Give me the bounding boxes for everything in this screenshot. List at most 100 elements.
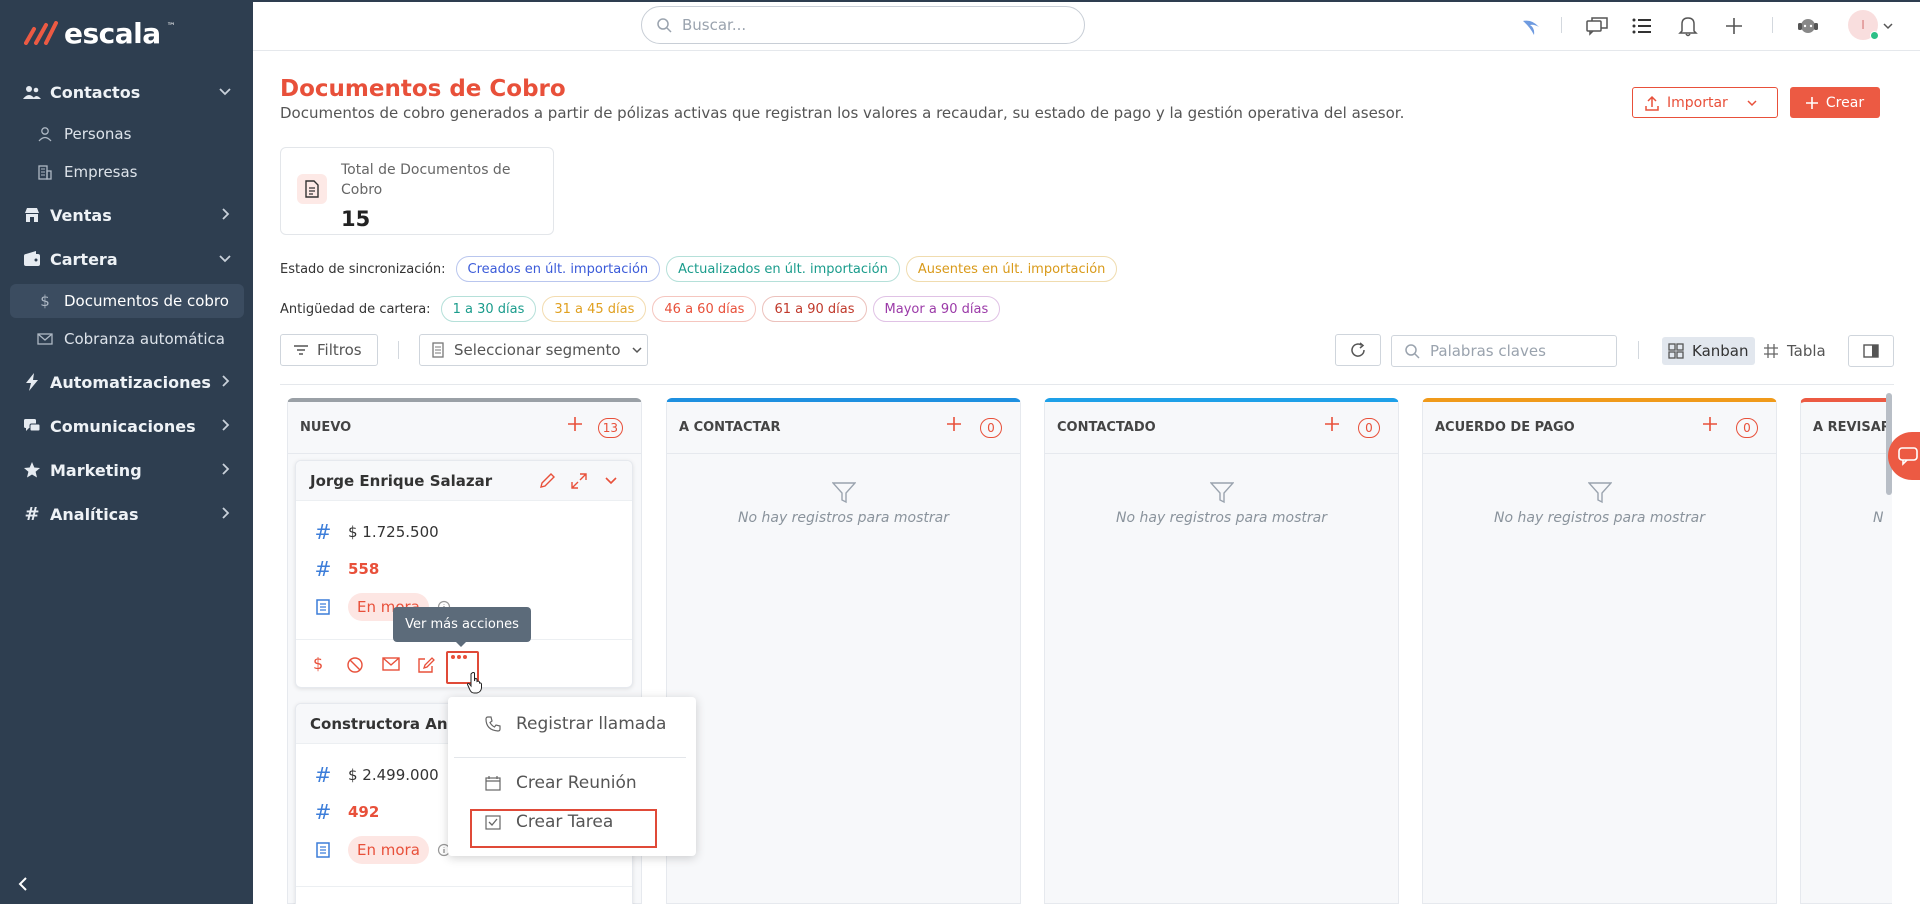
kanban-column-a-revisar: A REVISAR N <box>1800 398 1892 904</box>
card-status-row: En mora <box>314 836 451 864</box>
funnel-icon <box>1209 482 1234 504</box>
keywords-placeholder: Palabras claves <box>1430 342 1546 360</box>
toggle-panel-button[interactable] <box>1848 335 1894 367</box>
chevron-down-icon[interactable] <box>604 473 618 487</box>
view-table-button[interactable]: Tabla <box>1757 337 1832 365</box>
email-icon[interactable] <box>382 656 400 672</box>
sidebar-section-marketing[interactable]: Marketing <box>10 453 244 487</box>
sidebar-section-cartera[interactable]: Cartera <box>10 242 244 276</box>
sidebar-section-ventas[interactable]: Ventas <box>10 198 244 232</box>
cancel-icon[interactable] <box>346 656 364 674</box>
document-icon <box>314 842 332 858</box>
menu-item-label: Crear Reunión <box>516 773 637 793</box>
add-record-icon[interactable] <box>946 416 962 432</box>
sidebar-item-label: Documentos de cobro <box>64 292 229 310</box>
card-amount-row: # $ 1.725.500 <box>314 522 439 542</box>
edit-icon[interactable] <box>538 472 556 490</box>
sidebar-item-documentos-de-cobro[interactable]: $ Documentos de cobro <box>10 284 244 318</box>
card-amount: $ 1.725.500 <box>348 523 439 541</box>
chevron-right-icon <box>218 506 232 520</box>
add-record-icon[interactable] <box>1702 416 1718 432</box>
column-header: NUEVO 13 <box>288 402 641 454</box>
sidebar-section-comunicaciones[interactable]: Comunicaciones <box>10 409 244 443</box>
card-title[interactable]: Jorge Enrique Salazar <box>310 472 492 490</box>
filters-label: Filtros <box>317 341 362 359</box>
logo-text: escala <box>64 16 161 50</box>
sidebar-item-label: Empresas <box>64 163 138 181</box>
sidebar-item-cobranza-automatica[interactable]: Cobranza automática <box>10 322 244 356</box>
chat-widget-button[interactable] <box>1888 432 1920 480</box>
plus-icon <box>1805 96 1818 109</box>
conversations-icon[interactable] <box>1585 14 1609 38</box>
chip-created-last-import[interactable]: Creados en últ. importación <box>455 256 661 282</box>
grid-icon <box>1668 343 1684 359</box>
chip-aging-46-60[interactable]: 46 a 60 días <box>652 296 757 322</box>
column-header: CONTACTADO 0 <box>1045 402 1398 454</box>
chip-updated-last-import[interactable]: Actualizados en últ. importación <box>666 256 900 282</box>
escala-logo[interactable]: escala ™ <box>24 16 176 50</box>
bell-icon[interactable] <box>1676 14 1700 38</box>
chip-absent-last-import[interactable]: Ausentes en últ. importación <box>905 256 1118 282</box>
sidebar-section-label: Comunicaciones <box>50 416 196 436</box>
refresh-button[interactable] <box>1335 334 1381 366</box>
chip-aging-over-90[interactable]: Mayor a 90 días <box>872 296 1001 322</box>
column-title: CONTACTADO <box>1057 420 1156 435</box>
payment-dollar-icon[interactable]: $ <box>313 654 323 673</box>
sidebar-item-personas[interactable]: Personas <box>10 117 244 151</box>
table-label: Tabla <box>1787 342 1826 360</box>
chip-aging-1-30[interactable]: 1 a 30 días <box>440 296 537 322</box>
side-panel-icon <box>1863 344 1879 358</box>
note-edit-icon[interactable] <box>417 656 435 674</box>
hand-cursor-icon <box>466 672 484 694</box>
sidebar-section-automatizaciones[interactable]: Automatizaciones <box>10 365 244 399</box>
toolbar-separator <box>398 341 399 359</box>
add-record-icon[interactable] <box>567 416 583 432</box>
support-headset-icon[interactable] <box>1796 14 1820 38</box>
upload-icon <box>1645 95 1659 111</box>
sidebar-item-empresas[interactable]: Empresas <box>10 155 244 189</box>
hash-icon: # <box>314 763 332 787</box>
card-amount: $ 2.499.000 <box>348 766 439 784</box>
collapse-sidebar-button[interactable] <box>16 876 30 892</box>
keywords-search-input[interactable]: Palabras claves <box>1391 335 1617 367</box>
card-number-row: # 492 <box>314 800 380 824</box>
import-button[interactable]: Importar <box>1632 87 1778 118</box>
filters-button[interactable]: Filtros <box>280 334 378 366</box>
hash-icon: # <box>24 503 40 525</box>
chip-aging-61-90[interactable]: 61 a 90 días <box>762 296 867 322</box>
card-number: 558 <box>348 560 380 578</box>
menu-item-register-call[interactable]: Registrar llamada <box>448 705 696 743</box>
topbar-separator <box>1772 17 1773 33</box>
add-icon[interactable] <box>1722 14 1746 38</box>
add-record-icon[interactable] <box>1324 416 1340 432</box>
view-kanban-button[interactable]: Kanban <box>1662 337 1755 365</box>
chevron-down-icon <box>218 84 232 98</box>
segment-select[interactable]: Seleccionar segmento <box>419 334 648 366</box>
hash-icon: # <box>314 800 332 824</box>
sidebar-section-contactos[interactable]: Contactos <box>10 75 244 109</box>
sidebar-section-analiticas[interactable]: # Analíticas <box>10 497 244 531</box>
table-grid-icon <box>1763 343 1779 359</box>
chip-aging-31-45[interactable]: 31 a 45 días <box>542 296 647 322</box>
card-amount-row: # $ 2.499.000 <box>314 763 439 787</box>
card-number-row: # 558 <box>314 559 380 579</box>
create-button[interactable]: Crear <box>1790 87 1880 118</box>
chevron-right-icon <box>218 418 232 432</box>
column-count-badge: 0 <box>1736 418 1758 438</box>
expand-icon[interactable] <box>570 472 588 490</box>
sidebar: escala ™ Contactos Personas Empresas Ven… <box>0 0 253 904</box>
chevron-down-icon[interactable] <box>1881 14 1895 38</box>
bird-logo-icon[interactable] <box>1519 14 1543 38</box>
user-avatar[interactable]: I <box>1848 10 1879 40</box>
empty-state: No hay registros para mostrar <box>667 482 1020 526</box>
kanban-column-acuerdo-de-pago: ACUERDO DE PAGO 0 No hay registros para … <box>1422 398 1777 904</box>
menu-item-create-meeting[interactable]: Crear Reunión <box>448 764 696 802</box>
column-header: A CONTACTAR 0 <box>667 402 1020 454</box>
search-icon <box>1404 343 1420 359</box>
list-icon[interactable] <box>1630 14 1654 38</box>
search-placeholder: Buscar... <box>682 16 747 34</box>
chevron-right-icon <box>218 462 232 476</box>
global-search-input[interactable]: Buscar... <box>641 6 1085 44</box>
segment-doc-icon <box>432 342 444 358</box>
sidebar-item-label: Personas <box>64 125 132 143</box>
